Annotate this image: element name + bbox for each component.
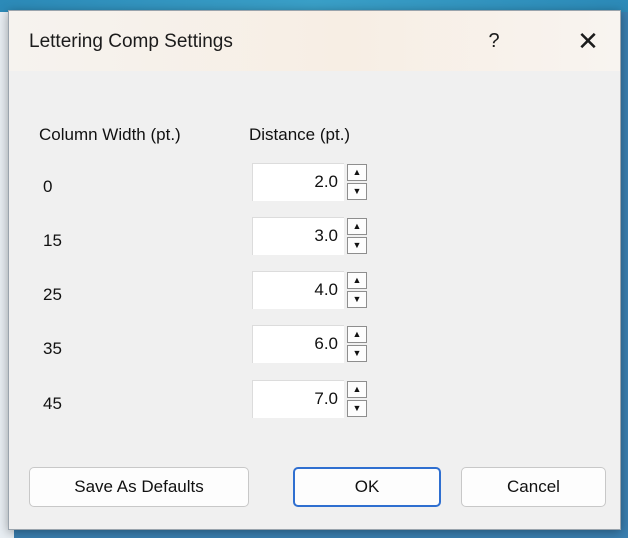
column-width-header: Column Width (pt.): [39, 125, 181, 144]
spin-up-button[interactable]: ▲: [347, 326, 367, 343]
help-icon: ?: [488, 29, 500, 52]
arrow-up-icon: ▲: [352, 384, 362, 394]
spin-up-button[interactable]: ▲: [347, 272, 367, 289]
distance-spinner: 2.0 ▲ ▼: [252, 163, 382, 201]
row-column-width-label: 25: [43, 285, 62, 304]
distance-spinner: 6.0 ▲ ▼: [252, 325, 382, 363]
spin-buttons: ▲ ▼: [347, 163, 369, 201]
distance-input[interactable]: 6.0: [252, 325, 344, 363]
spin-up-button[interactable]: ▲: [347, 218, 367, 235]
spin-buttons: ▲ ▼: [347, 380, 369, 418]
help-button[interactable]: ?: [474, 23, 514, 59]
spin-down-button[interactable]: ▼: [347, 183, 367, 200]
distance-input[interactable]: 3.0: [252, 217, 344, 255]
distance-spinner: 3.0 ▲ ▼: [252, 217, 382, 255]
spin-up-button[interactable]: ▲: [347, 164, 367, 181]
spin-down-button[interactable]: ▼: [347, 291, 367, 308]
distance-input[interactable]: 7.0: [252, 380, 344, 418]
distance-spinner: 7.0 ▲ ▼: [252, 380, 382, 418]
row-column-width-label: 15: [43, 231, 62, 250]
arrow-down-icon: ▼: [352, 403, 362, 413]
spin-buttons: ▲ ▼: [347, 325, 369, 363]
close-button[interactable]: ✕: [568, 23, 608, 59]
arrow-down-icon: ▼: [352, 294, 362, 304]
distance-input[interactable]: 4.0: [252, 271, 344, 309]
arrow-down-icon: ▼: [352, 240, 362, 250]
spin-up-button[interactable]: ▲: [347, 381, 367, 398]
distance-header: Distance (pt.): [249, 125, 351, 144]
save-as-defaults-button[interactable]: Save As Defaults: [29, 467, 249, 507]
dialog-titlebar: Lettering Comp Settings ? ✕: [9, 11, 620, 71]
dialog-title: Lettering Comp Settings: [29, 31, 233, 52]
arrow-up-icon: ▲: [352, 167, 362, 177]
lettering-comp-settings-dialog: Lettering Comp Settings ? ✕ Column Width…: [8, 10, 621, 530]
spin-down-button[interactable]: ▼: [347, 237, 367, 254]
distance-spinner: 4.0 ▲ ▼: [252, 271, 382, 309]
close-icon: ✕: [577, 26, 599, 56]
distance-input[interactable]: 2.0: [252, 163, 344, 201]
arrow-down-icon: ▼: [352, 186, 362, 196]
spin-down-button[interactable]: ▼: [347, 400, 367, 417]
row-column-width-label: 0: [43, 177, 53, 196]
row-column-width-label: 35: [43, 339, 62, 358]
arrow-up-icon: ▲: [352, 329, 362, 339]
cancel-button[interactable]: Cancel: [461, 467, 606, 507]
ok-button[interactable]: OK: [293, 467, 441, 507]
arrow-up-icon: ▲: [352, 221, 362, 231]
arrow-down-icon: ▼: [352, 348, 362, 358]
arrow-up-icon: ▲: [352, 275, 362, 285]
row-column-width-label: 45: [43, 394, 62, 413]
spin-buttons: ▲ ▼: [347, 271, 369, 309]
spin-buttons: ▲ ▼: [347, 217, 369, 255]
spin-down-button[interactable]: ▼: [347, 345, 367, 362]
